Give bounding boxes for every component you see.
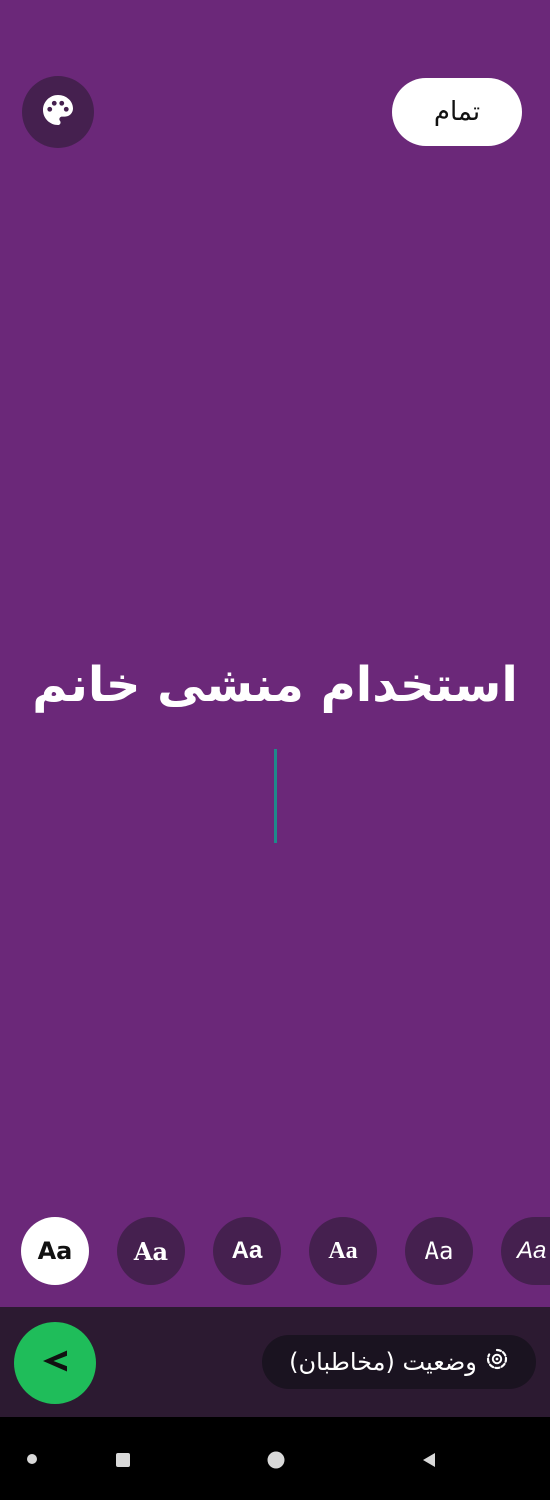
font-style-selector: Aa Aa Aa Aa Aa Aa <box>0 1217 550 1287</box>
text-cursor <box>274 749 277 843</box>
audience-label: وضعیت (مخاطبان) <box>289 1348 477 1376</box>
font-style-option-2[interactable]: Aa <box>117 1217 185 1285</box>
audience-selector[interactable]: وضعیت (مخاطبان) <box>262 1335 536 1389</box>
done-button[interactable]: تمام <box>392 78 522 146</box>
recents-icon[interactable] <box>112 1449 134 1471</box>
font-style-option-4[interactable]: Aa <box>309 1217 377 1285</box>
font-style-option-1[interactable]: Aa <box>21 1217 89 1285</box>
status-text-input[interactable]: استخدام منشی خانم <box>0 645 550 725</box>
palette-icon <box>40 92 76 132</box>
font-style-option-3[interactable]: Aa <box>213 1217 281 1285</box>
font-style-option-6[interactable]: Aa <box>501 1217 550 1285</box>
font-style-option-5[interactable]: Aa <box>405 1217 473 1285</box>
send-arrow-icon <box>37 1343 73 1383</box>
compose-bottom-bar: وضعیت (مخاطبان) <box>0 1307 550 1417</box>
home-icon[interactable] <box>265 1449 287 1471</box>
system-nav-bar <box>0 1417 550 1500</box>
send-button[interactable] <box>14 1322 96 1404</box>
status-ring-icon <box>485 1347 509 1377</box>
back-icon[interactable] <box>418 1449 440 1471</box>
dot-icon[interactable] <box>22 1449 42 1469</box>
palette-button[interactable] <box>22 76 94 148</box>
